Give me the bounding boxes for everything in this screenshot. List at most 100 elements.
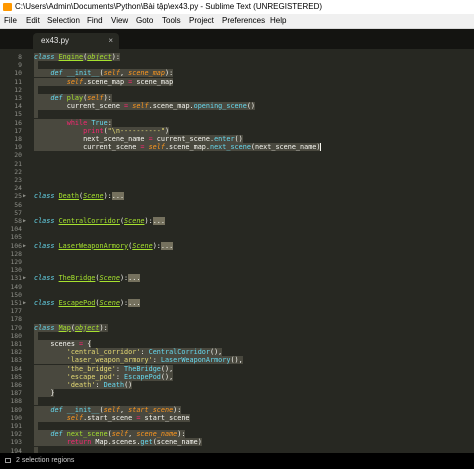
line-number: 177 <box>10 307 22 316</box>
line-number: 19 <box>14 143 22 152</box>
code-token: Scene <box>124 217 145 225</box>
code-line: next_scene_name = current_scene.enter() <box>34 135 243 143</box>
line-number: 56 <box>14 200 22 209</box>
folded-region-marker[interactable]: ... <box>111 192 125 201</box>
code-editor[interactable]: 8 9 10 11 12 13 14 15 16 17 18 19 20 21 22 23 24 25 56 57 58… <box>0 49 474 453</box>
code-token: True <box>91 118 108 127</box>
code-token: CentralCorridor <box>58 217 120 225</box>
fold-arrow-icon[interactable]: ▶ <box>23 299 29 307</box>
line-number: 187 <box>10 389 22 398</box>
code-token: () <box>234 135 243 143</box>
menu-view[interactable]: View <box>111 14 128 28</box>
panel-toggle-icon[interactable] <box>5 458 11 463</box>
code-token: .start_scene <box>83 413 137 422</box>
folded-region-marker[interactable]: ... <box>128 274 141 283</box>
menu-preferences[interactable]: Preferences <box>222 14 265 28</box>
code-token: , <box>119 69 129 78</box>
close-icon[interactable]: × <box>108 33 113 49</box>
menu-bar: File Edit Selection Find View Goto Tools… <box>0 14 474 29</box>
menu-selection[interactable]: Selection <box>47 14 80 28</box>
fold-arrow-icon[interactable]: ▶ <box>23 192 29 200</box>
code-token: def <box>50 430 67 439</box>
code-token: ): <box>144 217 153 225</box>
code-token: def <box>50 69 67 78</box>
code-line: def play(self): <box>34 94 112 102</box>
line-number: 58 <box>14 217 22 225</box>
fold-arrow-icon[interactable]: ▶ <box>23 274 29 282</box>
folded-region-marker[interactable]: ... <box>152 217 165 225</box>
code-token: scene_map <box>132 77 174 86</box>
code-token: (), <box>230 356 243 365</box>
code-line: 'central_corridor': CentralCorridor(), <box>34 348 223 357</box>
code-token: : <box>140 348 149 357</box>
code-token: , <box>119 405 129 414</box>
code-token: self <box>103 69 120 78</box>
code-token: current_scene <box>83 143 141 152</box>
code-token: self <box>66 77 84 86</box>
code-line <box>34 110 39 119</box>
code-token: EscapePod <box>124 372 161 381</box>
code-token: (), <box>160 364 174 373</box>
menu-goto[interactable]: Goto <box>136 14 153 28</box>
code-token: 'the_bridge' <box>66 364 116 373</box>
code-token: TheBridge <box>124 364 161 373</box>
window-title: C:\Users\Admin\Documents\Python\Bài tập\… <box>15 2 323 11</box>
code-token: (), <box>210 348 223 357</box>
code-token: Engine <box>58 53 84 61</box>
code-token: : <box>115 364 125 373</box>
code-token: Scene <box>99 299 120 307</box>
menu-file[interactable]: File <box>4 14 17 28</box>
menu-find[interactable]: Find <box>87 14 103 28</box>
line-number: 16 <box>14 118 22 127</box>
code-token: current_scene. <box>152 135 215 143</box>
line-number: 180 <box>10 331 22 340</box>
line-number: 182 <box>10 348 22 357</box>
code-token: ): <box>152 241 161 250</box>
code-line: class Map(object): <box>34 323 108 332</box>
code-line: class LaserWeaponArmory(Scene):... <box>34 241 174 250</box>
menu-project[interactable]: Project <box>189 14 214 28</box>
code-token: next_scene_name <box>83 135 149 143</box>
line-number: 130 <box>10 266 22 275</box>
tab-ex43-py[interactable]: ex43.py × <box>33 33 119 49</box>
folded-region-marker[interactable]: ... <box>160 241 174 250</box>
code-line: def next_scene(self, scene_name): <box>34 430 186 439</box>
code-token: Scene <box>99 274 120 283</box>
line-number: 183 <box>10 356 22 365</box>
code-token: : <box>152 356 161 365</box>
code-token: start_scene <box>140 413 190 422</box>
fold-arrow-icon[interactable]: ▶ <box>23 217 29 225</box>
code-token: 'death' <box>66 381 96 389</box>
status-bar: 2 selection regions <box>0 453 474 469</box>
code-token: class <box>34 299 59 307</box>
title-bar: C:\Users\Admin\Documents\Python\Bài tập\… <box>0 0 474 14</box>
code-token: .scene_map <box>83 77 129 86</box>
menu-tools[interactable]: Tools <box>162 14 181 28</box>
line-number: 14 <box>14 102 22 111</box>
code-token: class <box>34 217 59 225</box>
line-number: 8 <box>18 53 22 61</box>
code-token: (next_scene_name) <box>250 143 321 152</box>
code-line <box>34 85 39 94</box>
fold-arrow-icon[interactable]: ▶ <box>23 242 29 250</box>
line-number: 17 <box>14 126 22 135</box>
folded-region-marker[interactable]: ... <box>128 299 141 307</box>
line-number: 12 <box>14 85 22 94</box>
code-token: ): <box>103 94 112 102</box>
menu-edit[interactable]: Edit <box>26 14 40 28</box>
code-token: object <box>74 323 100 332</box>
code-line: self.scene_map = scene_map <box>34 77 174 86</box>
code-token: Map <box>58 323 71 332</box>
code-token: print <box>83 126 104 135</box>
code-token: () <box>246 102 256 111</box>
code-token: "\n----------" <box>107 126 165 135</box>
menu-help[interactable]: Help <box>270 14 286 28</box>
code-token: enter <box>214 135 235 143</box>
code-line: 'death': Death() <box>34 381 133 389</box>
